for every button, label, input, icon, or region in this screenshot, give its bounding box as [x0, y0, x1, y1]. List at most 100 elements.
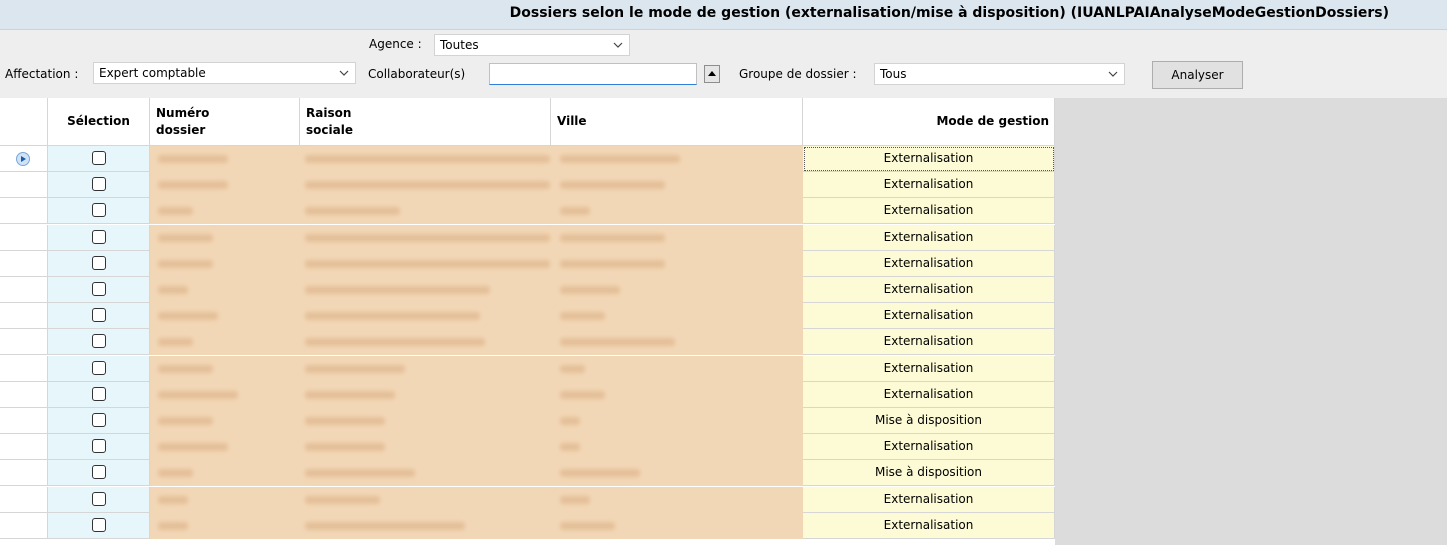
selection-checkbox[interactable] [92, 413, 106, 427]
row-indicator[interactable] [0, 303, 48, 330]
mode-gestion-cell[interactable]: Externalisation [803, 224, 1055, 251]
table-row[interactable]: Externalisation [0, 434, 1055, 461]
empty-panel [1055, 98, 1447, 545]
column-header-ville[interactable]: Ville [551, 98, 803, 146]
row-indicator[interactable] [0, 512, 48, 539]
row-indicator[interactable] [0, 381, 48, 408]
table-row[interactable]: Externalisation [0, 512, 1055, 539]
column-header-numero-dossier[interactable]: Numéro dossier [150, 98, 300, 146]
table-row[interactable]: Externalisation [0, 355, 1055, 382]
affectation-select[interactable]: Expert comptable [93, 62, 356, 84]
redacted-text [560, 233, 665, 242]
selection-cell [48, 329, 150, 356]
selection-cell [48, 224, 150, 251]
row-indicator[interactable] [0, 329, 48, 356]
selection-checkbox[interactable] [92, 491, 106, 506]
selection-checkbox[interactable] [92, 229, 106, 244]
agence-select[interactable]: Toutes [434, 34, 630, 56]
table-row[interactable]: Externalisation [0, 172, 1055, 199]
selection-checkbox[interactable] [92, 282, 106, 296]
selection-checkbox[interactable] [92, 465, 106, 480]
mode-gestion-cell[interactable]: Externalisation [803, 355, 1055, 382]
selection-cell [48, 512, 150, 539]
selection-checkbox[interactable] [92, 386, 106, 401]
groupe-select[interactable]: Tous [874, 63, 1125, 85]
selection-checkbox[interactable] [92, 255, 106, 270]
redacted-cells [150, 250, 803, 277]
redacted-text [305, 233, 550, 242]
window-title: Dossiers selon le mode de gestion (exter… [509, 5, 1389, 21]
mode-gestion-cell[interactable]: Mise à disposition [803, 460, 1055, 487]
collaborateur-input[interactable] [489, 63, 697, 85]
mode-gestion-cell[interactable]: Mise à disposition [803, 408, 1055, 434]
selection-cell [48, 250, 150, 277]
row-indicator[interactable] [0, 250, 48, 277]
collaborateur-picker-button[interactable] [704, 65, 720, 83]
table-row[interactable]: Externalisation [0, 381, 1055, 408]
mode-gestion-cell[interactable]: Externalisation [803, 172, 1055, 199]
table-row[interactable]: Externalisation [0, 329, 1055, 356]
selection-checkbox[interactable] [92, 177, 106, 192]
mode-gestion-cell[interactable]: Externalisation [803, 434, 1055, 461]
column-header-raison-sociale[interactable]: Raison sociale [300, 98, 551, 146]
redacted-text [158, 417, 213, 425]
redacted-text [560, 390, 605, 399]
table-row[interactable]: Mise à disposition [0, 408, 1055, 434]
redacted-text [560, 417, 580, 425]
redacted-cells [150, 486, 803, 513]
redacted-text [158, 443, 228, 452]
selection-cell [48, 434, 150, 461]
table-row[interactable]: Externalisation [0, 224, 1055, 251]
row-indicator[interactable] [0, 460, 48, 487]
row-indicator[interactable] [0, 434, 48, 461]
selection-checkbox[interactable] [92, 203, 106, 218]
column-header-label: Mode de gestion [936, 114, 1049, 128]
mode-gestion-cell[interactable]: Externalisation [803, 381, 1055, 408]
redacted-text [560, 181, 665, 190]
redacted-cells [150, 146, 803, 172]
redacted-text [305, 364, 405, 373]
selection-checkbox[interactable] [92, 439, 106, 454]
selection-checkbox[interactable] [92, 151, 106, 165]
row-indicator[interactable] [0, 146, 48, 172]
selection-checkbox[interactable] [92, 360, 106, 375]
mode-gestion-cell[interactable]: Externalisation [803, 277, 1055, 303]
redacted-text [158, 364, 213, 373]
table-row[interactable]: Externalisation [0, 303, 1055, 330]
row-indicator[interactable] [0, 224, 48, 251]
selection-checkbox[interactable] [92, 517, 106, 532]
row-indicator[interactable] [0, 486, 48, 513]
row-indicator[interactable] [0, 198, 48, 225]
row-indicator[interactable] [0, 408, 48, 434]
row-indicator[interactable] [0, 277, 48, 303]
current-row-arrow-icon [16, 152, 30, 166]
redacted-text [560, 155, 680, 163]
selection-checkbox[interactable] [92, 334, 106, 349]
redacted-text [305, 312, 480, 321]
column-header-mode-gestion[interactable]: Mode de gestion [803, 98, 1055, 146]
redacted-text [158, 207, 193, 216]
table-row[interactable]: Externalisation [0, 146, 1055, 172]
mode-gestion-cell[interactable]: Externalisation [803, 303, 1055, 330]
table-row[interactable]: Externalisation [0, 250, 1055, 277]
mode-gestion-cell[interactable]: Externalisation [803, 198, 1055, 225]
mode-gestion-cell[interactable]: Externalisation [803, 250, 1055, 277]
mode-gestion-cell[interactable]: Externalisation [803, 486, 1055, 513]
table-row[interactable]: Mise à disposition [0, 460, 1055, 487]
row-indicator[interactable] [0, 355, 48, 382]
selection-cell [48, 486, 150, 513]
table-row[interactable]: Externalisation [0, 277, 1055, 303]
mode-gestion-cell[interactable]: Externalisation [803, 329, 1055, 356]
column-header-selection[interactable]: Sélection [48, 98, 150, 146]
mode-gestion-cell[interactable]: Externalisation [803, 146, 1055, 172]
mode-gestion-cell[interactable]: Externalisation [803, 512, 1055, 539]
selection-checkbox[interactable] [92, 308, 106, 323]
redacted-cells [150, 277, 803, 303]
analyser-button[interactable]: Analyser [1152, 61, 1243, 89]
table-row[interactable]: Externalisation [0, 198, 1055, 225]
title-bar: Dossiers selon le mode de gestion (exter… [0, 0, 1447, 30]
table-row[interactable]: Externalisation [0, 486, 1055, 513]
row-indicator[interactable] [0, 172, 48, 199]
redacted-text [560, 521, 615, 530]
filter-panel: Agence : Toutes Affectation : Expert com… [0, 30, 1447, 98]
